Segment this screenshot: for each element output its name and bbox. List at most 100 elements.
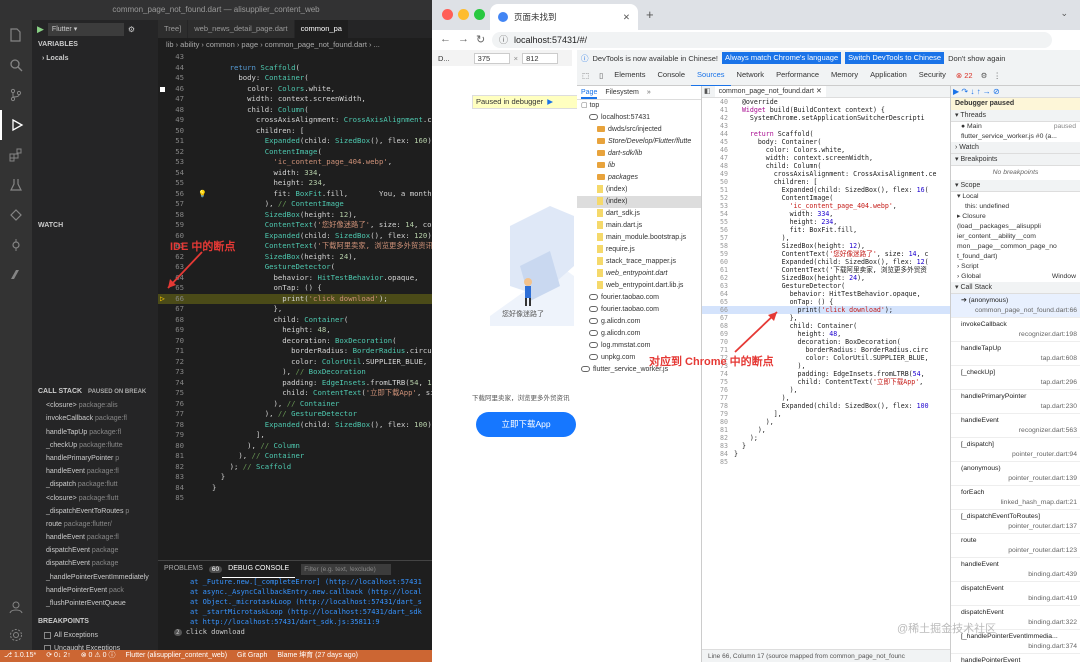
editor-tab[interactable]: web_news_detail_page.dart bbox=[188, 20, 295, 38]
tree-item[interactable]: fourier.taobao.com bbox=[577, 292, 701, 304]
source-line[interactable]: 79 ], bbox=[702, 410, 950, 418]
source-line[interactable]: 80 ), bbox=[702, 418, 950, 426]
reload-icon[interactable]: ↻ bbox=[476, 33, 485, 46]
callstack-frame[interactable]: handlePointerEvent pack bbox=[32, 584, 158, 597]
switch-chinese-button[interactable]: Switch DevTools to Chinese bbox=[845, 52, 945, 64]
locals-scope[interactable]: › Locals bbox=[32, 52, 158, 65]
scope-script[interactable]: › Script bbox=[951, 262, 1080, 272]
callstack-frame[interactable]: handleEvent recognizer.dart:563 bbox=[951, 414, 1080, 438]
callstack-frame[interactable]: <closure> package:flutt bbox=[32, 492, 158, 505]
breakpoints-panel-header[interactable]: ▾ Breakpoints bbox=[951, 154, 1080, 166]
tab-search-icon[interactable]: ⌄ bbox=[1060, 8, 1068, 19]
callstack-frame[interactable]: dispatchEvent binding.dart:419 bbox=[951, 582, 1080, 606]
callstack-frame[interactable]: dispatchEvent package bbox=[32, 544, 158, 557]
status-item[interactable]: ⊗ 0 ⚠ 0 ⓘ bbox=[81, 650, 116, 662]
callstack-frame[interactable]: route pointer_router.dart:123 bbox=[951, 534, 1080, 558]
new-tab-icon[interactable]: + bbox=[646, 7, 654, 22]
step-icon[interactable]: → bbox=[983, 87, 991, 96]
code-line[interactable]: 55 height: 234, bbox=[158, 178, 432, 189]
devtools-tab[interactable]: Memory bbox=[825, 65, 864, 87]
source-line[interactable]: 62 SizedBox(height: 24), bbox=[702, 274, 950, 282]
code-line[interactable]: 56 fit: BoxFit.fill, You, a month ago 💡 bbox=[158, 189, 432, 200]
code-line[interactable]: 82 ); // Scaffold bbox=[158, 462, 432, 473]
testing-icon[interactable] bbox=[0, 170, 32, 200]
callstack-frame[interactable]: handlePointerEventbinding.dart:338 bbox=[951, 654, 1080, 662]
source-line[interactable]: 54 width: 334, bbox=[702, 210, 950, 218]
tree-item[interactable]: ▢ top bbox=[577, 100, 701, 112]
code-line[interactable]: 77 ), // GestureDetector bbox=[158, 409, 432, 420]
devtools-tab[interactable]: Elements bbox=[608, 65, 651, 87]
lightbulb-icon[interactable]: 💡 bbox=[198, 189, 207, 200]
source-control-icon[interactable] bbox=[0, 80, 32, 110]
code-line[interactable]: 47 width: context.screenWidth, bbox=[158, 94, 432, 105]
nav-tab-page[interactable]: Page bbox=[581, 86, 598, 99]
code-line[interactable]: 73 ), // BoxDecoration bbox=[158, 367, 432, 378]
debug-config-select[interactable]: Flutter ▾ bbox=[47, 22, 124, 36]
source-line[interactable]: 53 'ic_content_page_404.webp', bbox=[702, 202, 950, 210]
status-item[interactable]: Blame 坤育 (27 days ago) bbox=[277, 650, 358, 662]
source-line[interactable]: 49 crossAxisAlignment: CrossAxisAlignmen… bbox=[702, 170, 950, 178]
scope-closure[interactable]: ▸ Closure (load__packages__alisuppli ier… bbox=[951, 212, 1080, 262]
tree-item[interactable]: main_module.bootstrap.js bbox=[577, 232, 701, 244]
source-line[interactable]: 40 @override bbox=[702, 98, 950, 106]
page-info-icon[interactable]: ⓘ bbox=[499, 32, 508, 48]
step-out-icon[interactable]: ↑ bbox=[977, 87, 981, 96]
callstack-frame[interactable]: (anonymous) pointer_router.dart:139 bbox=[951, 462, 1080, 486]
code-line[interactable]: 48 child: Column( bbox=[158, 105, 432, 116]
code-line[interactable]: 57 ), // ContentImage bbox=[158, 199, 432, 210]
callstack-frame[interactable]: _flushPointerEventQueue bbox=[32, 597, 158, 610]
minimize-window-icon[interactable] bbox=[458, 9, 469, 20]
code-editor[interactable]: 43 44 return Scaffold(45 body: Container(… bbox=[158, 52, 432, 560]
code-line[interactable]: 58 SizedBox(height: 12), bbox=[158, 210, 432, 221]
open-file-tab[interactable]: common_page_not_found.dart ✕ bbox=[714, 86, 826, 97]
scope-global[interactable]: › Global Window bbox=[951, 272, 1080, 282]
tree-item[interactable]: g.alicdn.com bbox=[577, 316, 701, 328]
devtools-tab[interactable]: Console bbox=[652, 65, 692, 87]
viewport-width-input[interactable]: 375 bbox=[473, 52, 510, 64]
breakpoint-checkbox[interactable] bbox=[44, 631, 51, 639]
code-line[interactable]: 44 return Scaffold( bbox=[158, 63, 432, 74]
source-line[interactable]: 48 child: Column( bbox=[702, 162, 950, 170]
devtools-tab[interactable]: Sources bbox=[691, 65, 731, 87]
editor-tab[interactable]: Tree] bbox=[158, 20, 189, 38]
browser-tab[interactable]: 页面未找到 ✕ bbox=[490, 4, 638, 30]
search-icon[interactable] bbox=[0, 50, 32, 80]
source-line[interactable]: 56 fit: BoxFit.fill, bbox=[702, 226, 950, 234]
code-line[interactable]: 49 crossAxisAlignment: CrossAxisAlignmen… bbox=[158, 115, 432, 126]
callstack-frame[interactable]: forEach linked_hash_map.dart:21 bbox=[951, 486, 1080, 510]
toggle-navigator-icon[interactable]: ◧ bbox=[704, 86, 711, 97]
callstack-frame[interactable]: handleTapUp package:fl bbox=[32, 426, 158, 439]
source-line[interactable]: 61 ContentText('下载阿里卖家, 浏览更多外贸资 bbox=[702, 266, 950, 274]
thread-item[interactable]: ● Main paused bbox=[951, 122, 1080, 132]
devtools-callstack-header[interactable]: ▾ Call Stack bbox=[951, 282, 1080, 294]
tree-item[interactable]: web_entrypoint.dart bbox=[577, 268, 701, 280]
code-line[interactable]: 53 'ic_content_page_404.webp', bbox=[158, 157, 432, 168]
watch-panel-header[interactable]: › Watch bbox=[951, 142, 1080, 154]
source-line[interactable]: 83 } bbox=[702, 442, 950, 450]
watch-header[interactable]: WATCH bbox=[32, 219, 158, 233]
callstack-frame[interactable]: <closure> package:alis bbox=[32, 399, 158, 412]
source-line[interactable]: 63 GestureDetector( bbox=[702, 282, 950, 290]
tree-item[interactable]: stack_trace_mapper.js bbox=[577, 256, 701, 268]
source-line[interactable]: 43 bbox=[702, 122, 950, 130]
code-line[interactable]: 71 borderRadius: BorderRadius.circular( bbox=[158, 346, 432, 357]
close-tab-icon[interactable]: ✕ bbox=[623, 4, 630, 30]
tree-item[interactable]: (index) bbox=[577, 184, 701, 196]
scope-local[interactable]: ▾ Local bbox=[951, 192, 1080, 202]
source-line[interactable]: 59 ContentText('您好像迷路了', size: 14, c bbox=[702, 250, 950, 258]
maximize-window-icon[interactable] bbox=[474, 9, 485, 20]
code-line[interactable]: 76 ), // Container bbox=[158, 399, 432, 410]
step-into-icon[interactable]: ↓ bbox=[970, 87, 974, 96]
tree-item[interactable]: dart_sdk.js bbox=[577, 208, 701, 220]
source-line[interactable]: 57 ), bbox=[702, 234, 950, 242]
thread-item[interactable]: flutter_service_worker.js #0 (a... bbox=[951, 132, 1080, 142]
download-app-button[interactable]: 立即下载App bbox=[476, 412, 576, 437]
code-line[interactable]: 45 body: Container( bbox=[158, 73, 432, 84]
code-line[interactable]: 67 }, bbox=[158, 304, 432, 315]
callstack-frame[interactable]: invokeCallback package:fl bbox=[32, 412, 158, 425]
dont-show-again-button[interactable]: Don't show again bbox=[948, 54, 1005, 63]
callstack-header[interactable]: CALL STACK PAUSED ON BREAK bbox=[32, 385, 158, 399]
source-line[interactable]: 51 Expanded(child: SizedBox(), flex: 16( bbox=[702, 186, 950, 194]
source-line[interactable]: 64 behavior: HitTestBehavior.opaque, bbox=[702, 290, 950, 298]
match-language-button[interactable]: Always match Chrome's language bbox=[721, 52, 842, 64]
